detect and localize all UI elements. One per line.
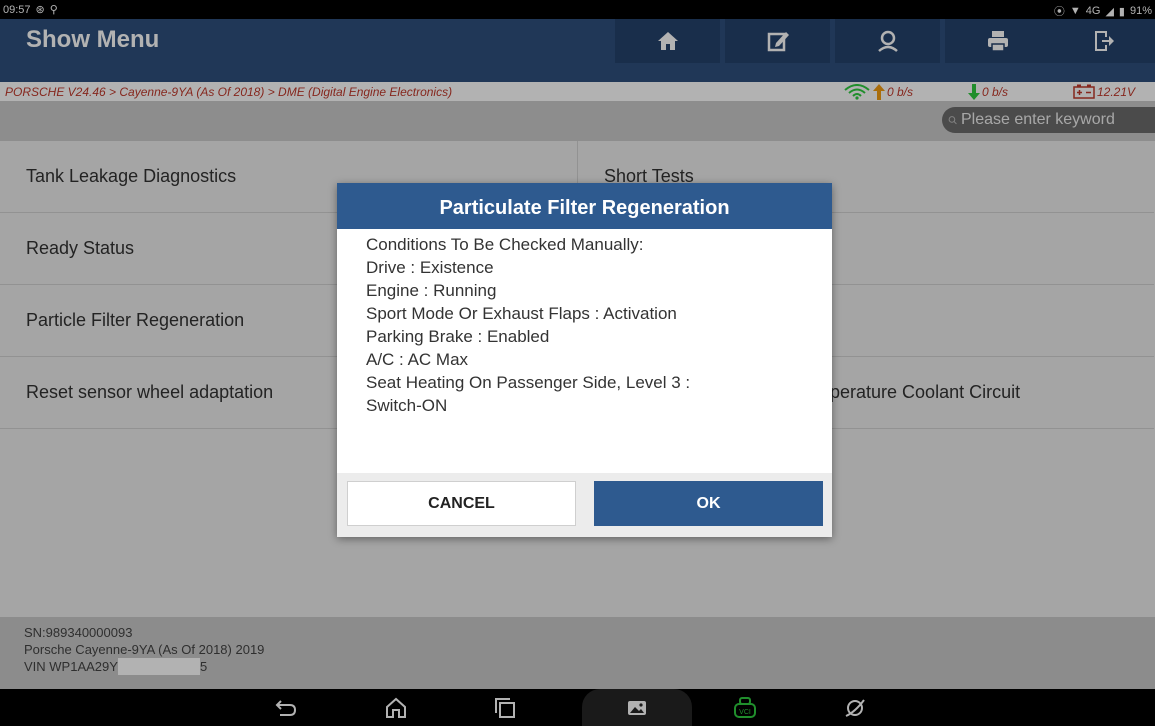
dialog-line: Engine : Running <box>366 281 497 300</box>
dialog-footer: CANCEL OK <box>337 473 832 537</box>
dialog-body: Conditions To Be Checked Manually: Drive… <box>366 233 816 417</box>
regeneration-dialog: Particulate Filter Regeneration Conditio… <box>337 183 832 537</box>
dialog-line: Seat Heating On Passenger Side, Level 3 … <box>366 373 691 392</box>
dialog-line: Conditions To Be Checked Manually: <box>366 235 644 254</box>
cancel-button[interactable]: CANCEL <box>347 481 576 526</box>
dialog-title: Particulate Filter Regeneration <box>337 183 832 229</box>
dialog-line: Switch-ON <box>366 396 448 415</box>
dialog-line: A/C : AC Max <box>366 350 469 369</box>
dialog-line: Drive : Existence <box>366 258 494 277</box>
dialog-line: Sport Mode Or Exhaust Flaps : Activation <box>366 304 677 323</box>
app-screen: 09:57 ⊛ ⚲ ⦿ ▼ 4G ◢ ▮ 91% Show Menu PORSC… <box>0 0 1155 726</box>
ok-button[interactable]: OK <box>594 481 823 526</box>
dialog-line: Parking Brake : Enabled <box>366 327 550 346</box>
